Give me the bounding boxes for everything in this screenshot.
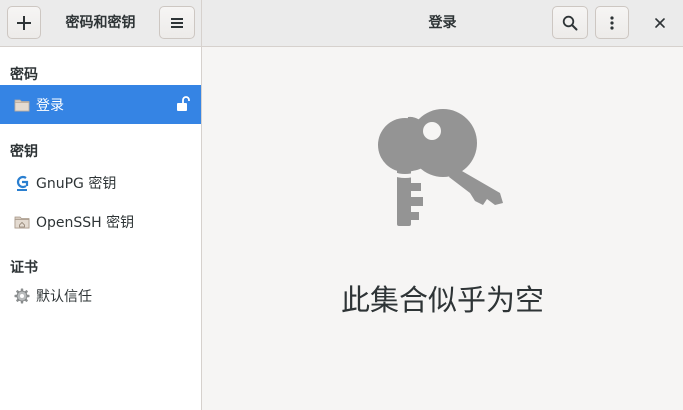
unlocked-padlock-icon (176, 96, 190, 116)
close-button[interactable] (644, 7, 676, 39)
section-header-passwords: 密码 (10, 67, 38, 83)
sidebar-item-label: OpenSSH 密钥 (36, 214, 135, 231)
more-options-button[interactable] (595, 6, 629, 39)
close-icon (655, 18, 665, 28)
folder-icon (13, 96, 31, 114)
vertical-ellipsis-icon (610, 15, 614, 30)
main-menu-button[interactable] (159, 6, 195, 39)
hamburger-menu-icon (171, 17, 183, 28)
sidebar-item-login[interactable]: 登录 (0, 85, 201, 124)
search-icon (562, 15, 578, 30)
sidebar-header: 密码和密钥 (0, 0, 202, 47)
gnupg-icon (13, 174, 31, 192)
folder-home-icon (13, 213, 31, 231)
app-title: 密码和密钥 (65, 15, 136, 31)
search-button[interactable] (552, 6, 588, 39)
gear-icon (13, 287, 31, 305)
empty-state-message: 此集合似乎为空 (340, 283, 544, 317)
add-button[interactable] (7, 6, 41, 39)
sidebar-item-openssh[interactable]: OpenSSH 密钥 (0, 202, 201, 241)
sidebar-item-default-trust[interactable]: 默认信任 (0, 276, 201, 315)
header-bar: 密码和密钥 登录 (0, 0, 683, 47)
sidebar-item-gnupg[interactable]: GnuPG 密钥 (0, 163, 201, 202)
section-header-certificates: 证书 (10, 260, 38, 276)
sidebar-item-label: 登录 (36, 97, 64, 114)
sidebar: 密码 登录 密钥 GnuPG 密钥 OpenSSH 密钥 证书 默认信任 (0, 47, 202, 410)
sidebar-item-label: 默认信任 (36, 288, 92, 305)
main-content: 此集合似乎为空 (202, 47, 683, 410)
sidebar-item-label: GnuPG 密钥 (36, 175, 117, 192)
plus-icon (17, 15, 31, 30)
keys-icon (372, 105, 510, 234)
section-header-keys: 密钥 (10, 144, 38, 160)
